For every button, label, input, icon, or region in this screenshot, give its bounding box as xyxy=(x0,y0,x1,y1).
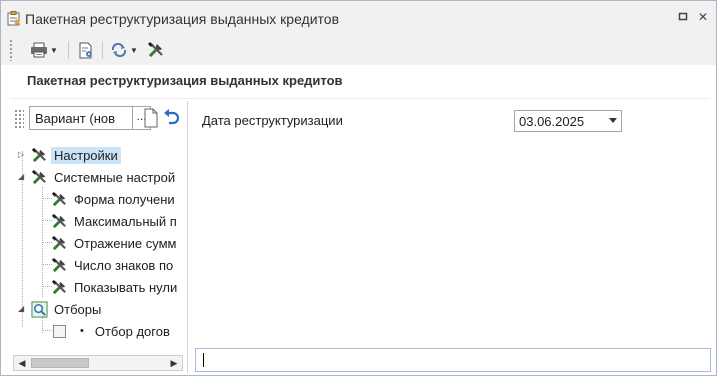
tools-icon xyxy=(51,279,66,294)
form-header: Пакетная реструктуризация выданных креди… xyxy=(27,73,343,88)
restructuring-date-field[interactable]: 03.06.2025 xyxy=(514,110,622,132)
app-form-icon xyxy=(7,11,20,26)
new-document-icon[interactable] xyxy=(143,108,159,128)
tree-item-maximum[interactable]: Максимальный п xyxy=(51,211,180,231)
tree-item-label: Показывать нули xyxy=(74,279,178,295)
tree-expander-expanded-icon[interactable]: ◢ xyxy=(18,172,26,181)
divider xyxy=(10,98,710,99)
refresh-icon xyxy=(111,43,127,57)
settings-panel: Вариант (нов ... ▷ Настройки ◢ Системные… xyxy=(11,101,188,373)
tree-connector xyxy=(42,330,52,331)
tree-item-decimal-places[interactable]: Число знаков по xyxy=(51,255,176,275)
toolbar: ▼ ▼ xyxy=(1,35,716,65)
undo-icon[interactable] xyxy=(163,108,181,128)
tree-item-label: Максимальный п xyxy=(74,213,177,229)
scroll-right-icon[interactable]: ▶ xyxy=(167,356,181,370)
tree-expander-expanded-icon[interactable]: ◢ xyxy=(18,304,26,313)
tree-item-system-settings[interactable]: Системные настрой xyxy=(31,167,178,187)
title-bar: Пакетная реструктуризация выданных креди… xyxy=(1,1,716,35)
bullet-icon: • xyxy=(80,325,84,337)
tree-item-settings[interactable]: Настройки xyxy=(31,145,121,165)
tree-item-label: Отбор догов xyxy=(94,323,170,339)
report-settings-button[interactable] xyxy=(75,39,97,61)
tools-icon xyxy=(31,147,46,162)
toolbar-separator xyxy=(102,41,103,59)
tree-item-amount-reflection[interactable]: Отражение сумм xyxy=(51,233,179,253)
tree-expander-collapsed-icon[interactable]: ▷ xyxy=(18,150,26,159)
tree-item-label: Отборы xyxy=(54,301,102,317)
tools-icon xyxy=(51,191,66,206)
tree-item-contract-filter[interactable]: • Отбор догов xyxy=(53,321,173,341)
document-gear-icon xyxy=(79,42,92,58)
tools-icon xyxy=(51,257,66,272)
toolbar-separator xyxy=(68,41,69,59)
tools-icon xyxy=(51,235,66,250)
text-caret xyxy=(203,353,204,367)
refresh-button[interactable]: ▼ xyxy=(109,39,139,61)
panel-grip[interactable] xyxy=(14,109,24,129)
close-button[interactable]: ✕ xyxy=(695,9,711,25)
chevron-down-icon[interactable] xyxy=(609,118,617,123)
tools-button[interactable] xyxy=(145,39,167,61)
tree-horizontal-scrollbar[interactable]: ◀ ▶ xyxy=(13,355,183,371)
close-icon: ✕ xyxy=(697,10,709,24)
window-title: Пакетная реструктуризация выданных креди… xyxy=(25,11,340,27)
chevron-down-icon: ▼ xyxy=(50,45,58,55)
printer-icon xyxy=(31,42,48,58)
scrollbar-thumb[interactable] xyxy=(31,358,89,368)
chevron-down-icon: ▼ xyxy=(130,45,138,55)
tree-item-label: Настройки xyxy=(51,146,121,164)
tools-icon xyxy=(51,213,66,228)
tree-item-receipt-form[interactable]: Форма получени xyxy=(51,189,178,209)
tree-item-label: Форма получени xyxy=(74,191,175,207)
filter-magnifier-icon xyxy=(31,300,48,318)
checkbox-icon[interactable] xyxy=(53,324,66,338)
print-button[interactable]: ▼ xyxy=(25,39,63,61)
variant-field[interactable]: Вариант (нов xyxy=(29,106,133,130)
restore-icon xyxy=(678,12,688,21)
tools-icon xyxy=(31,169,46,184)
text-input[interactable] xyxy=(195,348,711,372)
scroll-left-icon[interactable]: ◀ xyxy=(15,356,29,370)
tree-item-label: Системные настрой xyxy=(54,169,176,185)
tree-item-label: Число знаков по xyxy=(74,257,174,273)
main-window: Пакетная реструктуризация выданных креди… xyxy=(0,0,717,376)
restructuring-date-label: Дата реструктуризации xyxy=(202,113,343,128)
tree-item-label: Отражение сумм xyxy=(74,235,177,251)
tools-icon xyxy=(147,41,163,58)
toolbar-grip[interactable] xyxy=(9,39,13,61)
tree-item-filters[interactable]: Отборы xyxy=(31,299,104,319)
tree-item-show-zeros[interactable]: Показывать нули xyxy=(51,277,180,297)
date-value: 03.06.2025 xyxy=(519,114,585,129)
restore-button[interactable] xyxy=(675,9,691,25)
